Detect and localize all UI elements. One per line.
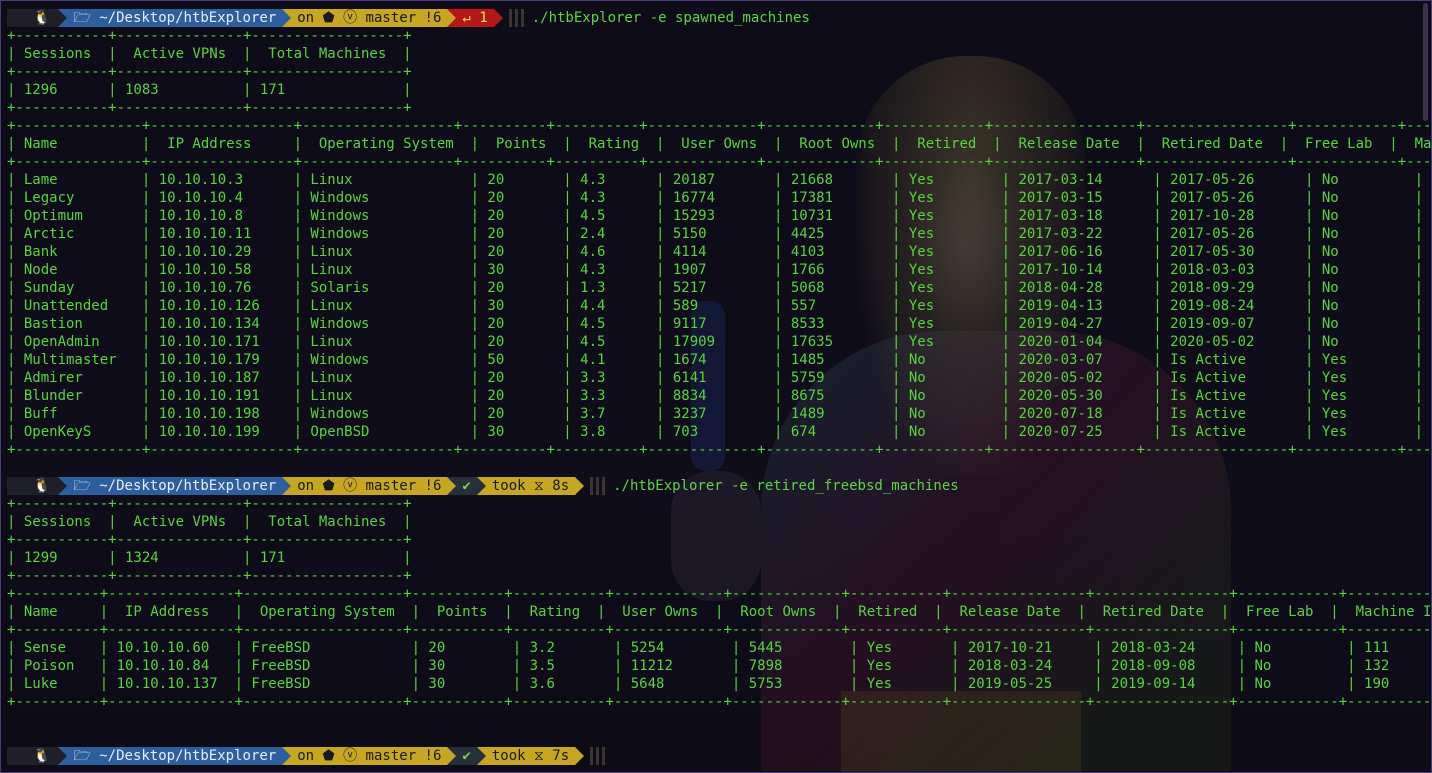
- prompt-exit-status: ✔: [456, 477, 477, 495]
- prompt-git-status: on ⬟ ⓥ master !6: [291, 477, 448, 495]
- scrollbar[interactable]: [1423, 3, 1428, 121]
- linux-icon: 🐧: [7, 747, 59, 765]
- table-row: | Poison | 10.10.10.84 | FreeBSD | 30 | …: [7, 658, 1432, 674]
- table-border: +-----------+---------------+-----------…: [7, 28, 412, 44]
- table-row: | Sessions | Active VPNs | Total Machine…: [7, 514, 412, 530]
- table-row: | 1296 | 1083 | 171 |: [7, 82, 412, 98]
- prompt-git-status: on ⬟ ⓥ master !6: [291, 747, 448, 765]
- table-border: +-----------+---------------+-----------…: [7, 496, 412, 512]
- shell-prompt-3: 🐧 🗁 ~/Desktop/htbExplorer on ⬟ ⓥ master …: [7, 747, 606, 765]
- table-row: | Buff | 10.10.10.198 | Windows | 20 | 3…: [7, 406, 1432, 422]
- table-row: | Name | IP Address | Operating System |…: [7, 136, 1432, 152]
- table-row: | Node | 10.10.10.58 | Linux | 30 | 4.3 …: [7, 262, 1432, 278]
- table-row: | OpenAdmin | 10.10.10.171 | Linux | 20 …: [7, 334, 1432, 350]
- table-row: | Sense | 10.10.10.60 | FreeBSD | 20 | 3…: [7, 640, 1432, 656]
- table-border: +---------------+-----------------+-----…: [7, 442, 1432, 458]
- table-row: | OpenKeyS | 10.10.10.199 | OpenBSD | 30…: [7, 424, 1432, 440]
- table-border: +---------------+-----------------+-----…: [7, 118, 1432, 134]
- table-border: +-----------+---------------+-----------…: [7, 568, 412, 584]
- table-border: +---------------+-----------------+-----…: [7, 154, 1432, 170]
- table-row: | Legacy | 10.10.10.4 | Windows | 20 | 4…: [7, 190, 1432, 206]
- table-row: | Blunder | 10.10.10.191 | Linux | 20 | …: [7, 388, 1432, 404]
- table-row: | 1299 | 1324 | 171 |: [7, 550, 412, 566]
- prompt-directory: 🗁 ~/Desktop/htbExplorer: [67, 747, 283, 765]
- table-row: | Name | IP Address | Operating System |…: [7, 604, 1432, 620]
- command-text: ./htbExplorer -e spawned_machines: [531, 10, 810, 26]
- table-row: | Bank | 10.10.10.29 | Linux | 20 | 4.6 …: [7, 244, 1432, 260]
- prompt-exit-status: ✔: [456, 747, 477, 765]
- table-border: +-----------+---------------+-----------…: [7, 64, 412, 80]
- shell-prompt-2: 🐧 🗁 ~/Desktop/htbExplorer on ⬟ ⓥ master …: [7, 477, 959, 495]
- linux-icon: 🐧: [7, 9, 59, 27]
- table-row: | Lame | 10.10.10.3 | Linux | 20 | 4.3 |…: [7, 172, 1432, 188]
- prompt-directory: 🗁 ~/Desktop/htbExplorer: [67, 477, 283, 495]
- table-border: +----------+---------------+------------…: [7, 622, 1432, 638]
- table-border: +----------+---------------+------------…: [7, 586, 1432, 602]
- table-border: +----------+---------------+------------…: [7, 694, 1432, 710]
- table-row: | Arctic | 10.10.10.11 | Windows | 20 | …: [7, 226, 1432, 242]
- table-row: | Multimaster | 10.10.10.179 | Windows |…: [7, 352, 1432, 368]
- table-row: | Bastion | 10.10.10.134 | Windows | 20 …: [7, 316, 1432, 332]
- table-row: | Unattended | 10.10.10.126 | Linux | 30…: [7, 298, 1432, 314]
- terminal-window: 🐧 🗁 ~/Desktop/htbExplorer on ⬟ ⓥ master …: [0, 0, 1432, 773]
- shell-prompt-1: 🐧 🗁 ~/Desktop/htbExplorer on ⬟ ⓥ master …: [7, 9, 810, 27]
- table-row: | Admirer | 10.10.10.187 | Linux | 20 | …: [7, 370, 1432, 386]
- prompt-exit-status: ↵ 1: [456, 9, 494, 27]
- table-border: +-----------+---------------+-----------…: [7, 532, 412, 548]
- table-row: | Luke | 10.10.10.137 | FreeBSD | 30 | 3…: [7, 676, 1432, 692]
- prompt-separator: [590, 477, 606, 495]
- table-row: | Sessions | Active VPNs | Total Machine…: [7, 46, 412, 62]
- command-text: ./htbExplorer -e retired_freebsd_machine…: [613, 478, 959, 494]
- prompt-separator: [508, 9, 524, 27]
- prompt-separator: [590, 747, 606, 765]
- table-border: +-----------+---------------+-----------…: [7, 100, 412, 116]
- linux-icon: 🐧: [7, 477, 59, 495]
- table-row: | Sunday | 10.10.10.76 | Solaris | 20 | …: [7, 280, 1432, 296]
- prompt-duration: took ⧖ 8s: [485, 477, 576, 495]
- prompt-duration: took ⧖ 7s: [485, 747, 576, 765]
- prompt-git-status: on ⬟ ⓥ master !6: [291, 9, 448, 27]
- prompt-directory: 🗁 ~/Desktop/htbExplorer: [67, 9, 283, 27]
- table-row: | Optimum | 10.10.10.8 | Windows | 20 | …: [7, 208, 1432, 224]
